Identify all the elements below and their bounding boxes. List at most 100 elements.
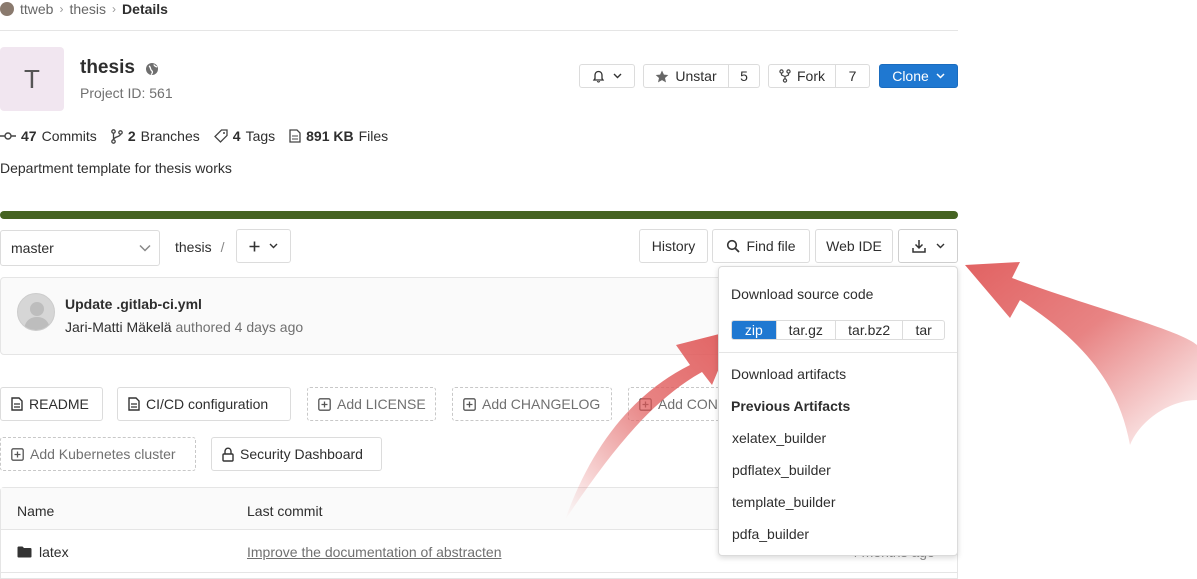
- star-icon: [655, 70, 669, 83]
- table-row[interactable]: latex: [17, 544, 69, 560]
- doc-icon: [11, 397, 23, 411]
- download-icon: [911, 239, 926, 253]
- commit-icon: [0, 131, 16, 141]
- star-button-group: Unstar 5: [643, 64, 760, 88]
- clone-button[interactable]: Clone: [879, 64, 958, 88]
- readme-button[interactable]: README: [0, 387, 103, 421]
- unstar-button[interactable]: Unstar: [643, 64, 729, 88]
- chevron-down-icon: [269, 243, 278, 249]
- files-stat[interactable]: 891 KB Files: [289, 128, 388, 144]
- globe-icon: [145, 62, 159, 76]
- chevron-down-icon: [936, 73, 945, 79]
- file-icon: [289, 129, 301, 143]
- tags-label: Tags: [245, 128, 276, 144]
- star-count[interactable]: 5: [729, 64, 760, 88]
- add-kubernetes-button[interactable]: Add Kubernetes cluster: [0, 437, 196, 471]
- security-dashboard-button[interactable]: Security Dashboard: [211, 437, 382, 471]
- add-license-button[interactable]: Add LICENSE: [307, 387, 436, 421]
- add-changelog-label: Add CHANGELOG: [482, 396, 601, 412]
- add-contributing-label: Add CON: [658, 396, 718, 412]
- breadcrumb-current[interactable]: Details: [122, 1, 168, 17]
- project-avatar: T: [0, 47, 64, 111]
- plus-square-icon: [318, 397, 331, 411]
- group-avatar-icon: [0, 1, 14, 16]
- project-description: Department template for thesis works: [0, 160, 232, 176]
- commits-label: Commits: [41, 128, 97, 144]
- add-kubernetes-label: Add Kubernetes cluster: [30, 446, 176, 462]
- commits-stat[interactable]: 47 Commits: [0, 128, 97, 144]
- branch-select[interactable]: master: [0, 230, 160, 266]
- tag-icon: [213, 129, 228, 143]
- search-icon: [726, 239, 741, 253]
- artifact-item[interactable]: pdfa_builder: [732, 526, 809, 542]
- add-license-label: Add LICENSE: [337, 396, 426, 412]
- security-dashboard-label: Security Dashboard: [240, 446, 363, 462]
- avatar[interactable]: [17, 293, 55, 331]
- format-tar-button[interactable]: tar: [902, 321, 944, 339]
- web-ide-button[interactable]: Web IDE: [815, 229, 893, 263]
- commit-title[interactable]: Update .gitlab-ci.yml: [65, 296, 202, 312]
- download-source-heading: Download source code: [731, 286, 874, 302]
- doc-icon: [128, 397, 140, 411]
- breadcrumb: ttweb › thesis › Details: [0, 0, 958, 17]
- bell-icon: [592, 70, 605, 83]
- format-targz-button[interactable]: tar.gz: [775, 321, 835, 339]
- web-ide-label: Web IDE: [826, 238, 882, 254]
- commit-author[interactable]: Jari-Matti Mäkelä: [65, 319, 172, 335]
- history-button[interactable]: History: [639, 229, 708, 263]
- fork-button[interactable]: Fork: [768, 64, 836, 88]
- add-to-tree-button[interactable]: [236, 229, 291, 263]
- cicd-config-button[interactable]: CI/CD configuration: [117, 387, 291, 421]
- branches-count: 2: [127, 128, 136, 144]
- breadcrumb-project[interactable]: thesis: [69, 1, 106, 17]
- breadcrumb-group[interactable]: ttweb: [20, 1, 53, 17]
- fork-label: Fork: [797, 68, 825, 84]
- column-header-last-commit: Last commit: [247, 503, 323, 519]
- source-format-group: zip tar.gz tar.bz2 tar: [731, 320, 945, 340]
- artifact-item[interactable]: template_builder: [732, 494, 836, 510]
- branches-stat[interactable]: 2 Branches: [110, 128, 200, 144]
- cicd-label: CI/CD configuration: [146, 396, 269, 412]
- repo-path-root[interactable]: thesis: [175, 239, 212, 255]
- chevron-down-icon: [936, 243, 945, 249]
- folder-icon: [17, 546, 32, 558]
- commit-authored: authored 4 days ago: [175, 319, 304, 335]
- breadcrumb-chevron-icon: ›: [59, 1, 64, 16]
- previous-artifacts-heading: Previous Artifacts: [731, 398, 851, 414]
- find-file-label: Find file: [746, 238, 796, 254]
- find-file-button[interactable]: Find file: [712, 229, 810, 263]
- project-id: Project ID: 561: [80, 85, 173, 101]
- download-artifacts-heading: Download artifacts: [731, 366, 847, 382]
- tags-stat[interactable]: 4 Tags: [213, 128, 276, 144]
- file-name[interactable]: latex: [39, 544, 69, 560]
- files-size: 891 KB: [306, 128, 354, 144]
- add-changelog-button[interactable]: Add CHANGELOG: [452, 387, 612, 421]
- chevron-down-icon: [613, 73, 622, 79]
- format-zip-button[interactable]: zip: [732, 321, 776, 339]
- plus-icon: [249, 241, 260, 252]
- format-tarbz2-button[interactable]: tar.bz2: [835, 321, 902, 339]
- commit-meta: Jari-Matti Mäkelä authored 4 days ago: [65, 319, 303, 335]
- artifact-item[interactable]: xelatex_builder: [732, 430, 826, 446]
- plus-square-icon: [11, 447, 24, 461]
- branch-icon: [110, 128, 123, 144]
- files-label: Files: [358, 128, 389, 144]
- row-commit-message[interactable]: Improve the documentation of abstracten: [247, 544, 501, 560]
- pipeline-progress-bar: [0, 211, 958, 219]
- unstar-label: Unstar: [675, 68, 717, 84]
- path-separator: /: [220, 239, 225, 255]
- add-contributing-button[interactable]: Add CON: [628, 387, 718, 421]
- notification-button[interactable]: [579, 64, 635, 88]
- fork-count[interactable]: 7: [836, 64, 870, 88]
- tags-count: 4: [232, 128, 241, 144]
- readme-label: README: [29, 396, 89, 412]
- divider: [0, 30, 958, 31]
- project-title: thesis: [80, 57, 135, 78]
- plus-square-icon: [639, 397, 652, 411]
- artifact-item[interactable]: pdflatex_builder: [732, 462, 831, 478]
- branches-label: Branches: [140, 128, 200, 144]
- clone-label: Clone: [892, 68, 929, 84]
- row-divider: [1, 572, 957, 573]
- download-button[interactable]: [898, 229, 958, 263]
- column-header-name: Name: [17, 503, 55, 519]
